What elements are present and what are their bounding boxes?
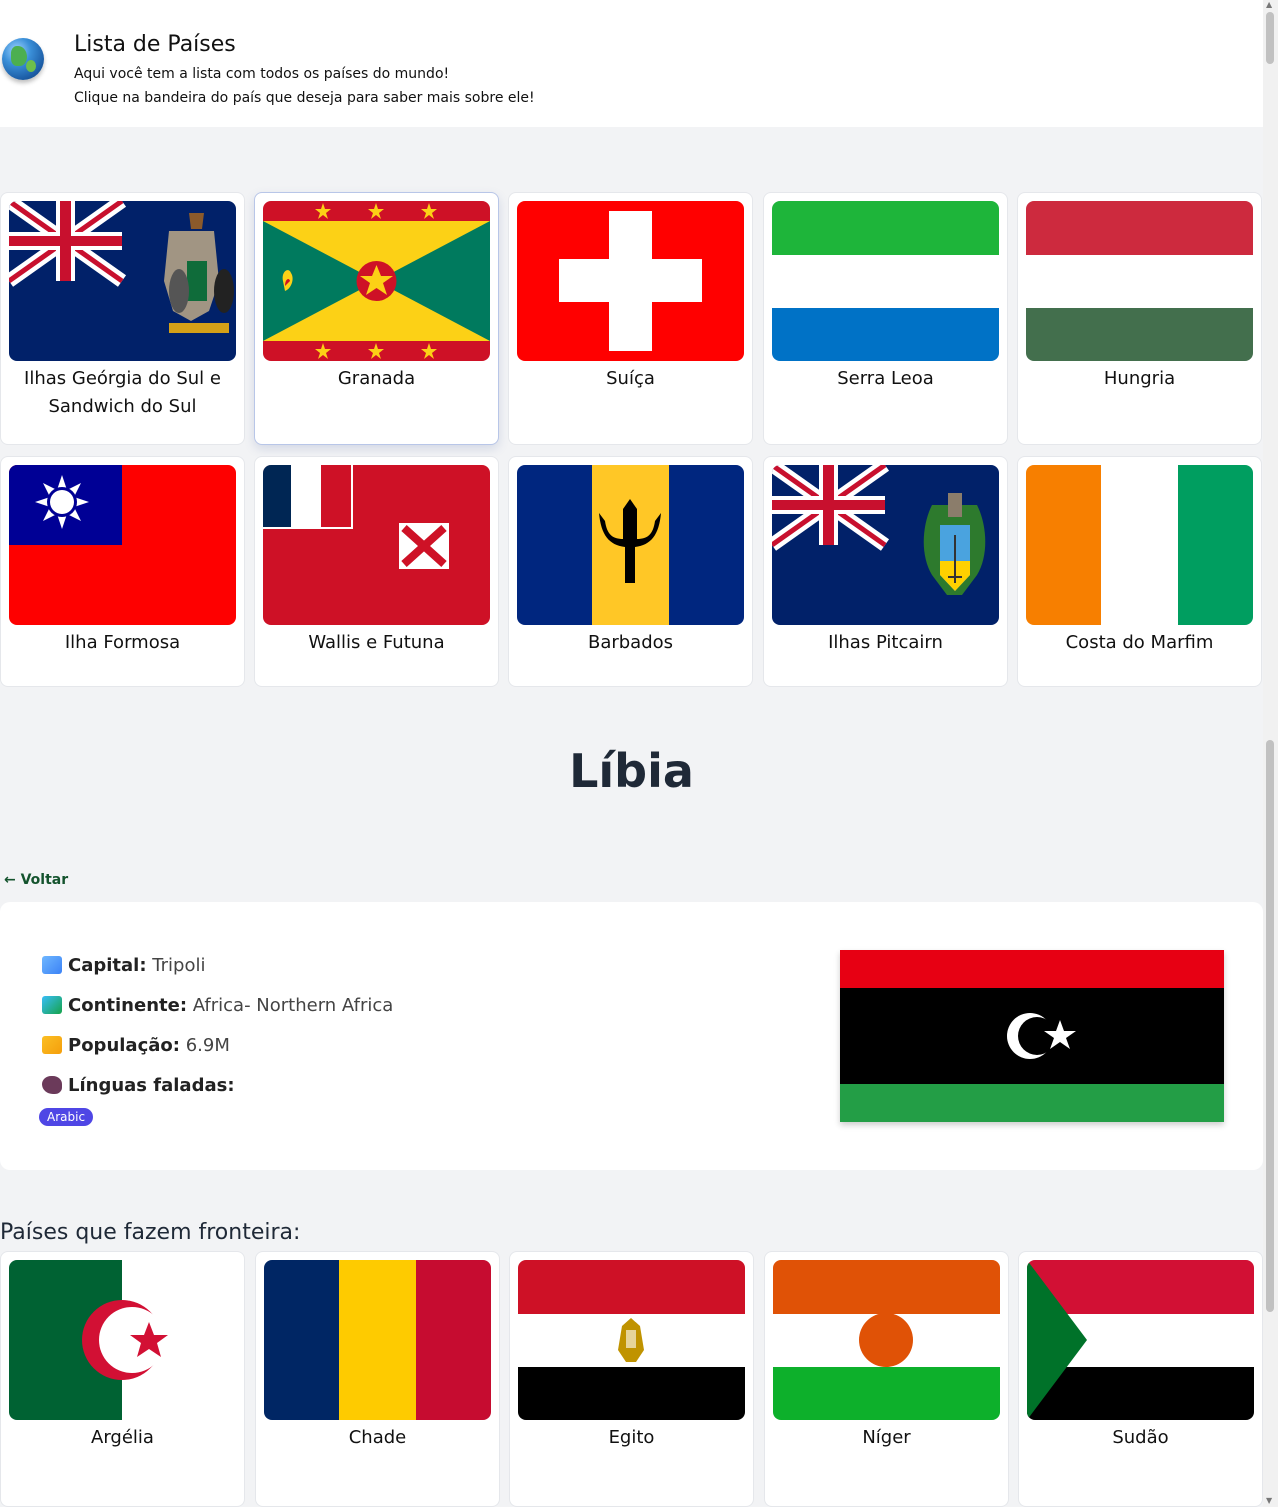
country-name: Suíça xyxy=(606,368,655,389)
continent-row: Continente: Africa- Northern Africa xyxy=(42,995,393,1016)
border-country-card[interactable]: Egito xyxy=(509,1251,754,1507)
country-name: Ilha Formosa xyxy=(64,632,181,653)
grenada-flag-icon[interactable] xyxy=(263,201,490,361)
population-value: 6.9M xyxy=(185,1035,230,1056)
country-name: Egito xyxy=(608,1427,655,1448)
country-card[interactable]: Ilha Formosa xyxy=(0,456,245,687)
sierra-leone-flag-icon[interactable] xyxy=(772,201,999,361)
taiwan-flag-icon[interactable] xyxy=(9,465,236,625)
borders-title: Países que fazem fronteira: xyxy=(0,1220,301,1245)
scroll-down-arrow-icon[interactable]: ▼ xyxy=(1266,1496,1272,1505)
page-subtitle: Aqui você tem a lista com todos os paíse… xyxy=(74,66,450,82)
country-title: Líbia xyxy=(569,744,694,798)
country-card[interactable]: Costa do Marfim xyxy=(1017,456,1262,687)
page-instruction: Clique na bandeira do país que deseja pa… xyxy=(74,90,535,106)
border-country-card[interactable]: Argélia xyxy=(0,1251,245,1507)
algeria-flag-icon[interactable] xyxy=(9,1260,236,1420)
country-name: Argélia xyxy=(91,1427,154,1448)
back-link[interactable]: ← Voltar xyxy=(4,872,68,888)
city-icon xyxy=(42,956,62,974)
country-card[interactable]: Hungria xyxy=(1017,192,1262,445)
languages-row: Línguas faladas: xyxy=(42,1075,235,1096)
country-name: Hungria xyxy=(1103,368,1176,389)
continent-label: Continente: xyxy=(68,995,188,1016)
switzerland-flag-icon[interactable] xyxy=(517,201,744,361)
languages-label: Línguas faladas: xyxy=(68,1075,235,1096)
capital-row: Capital: Tripoli xyxy=(42,955,205,976)
globe-icon xyxy=(2,38,44,80)
population-row: População: 6.9M xyxy=(42,1035,230,1056)
barbados-flag-icon[interactable] xyxy=(517,465,744,625)
country-card[interactable]: Wallis e Futuna xyxy=(254,456,499,687)
egypt-flag-icon[interactable] xyxy=(518,1260,745,1420)
capital-value: Tripoli xyxy=(152,955,206,976)
country-name: Wallis e Futuna xyxy=(308,632,445,653)
south-georgia-flag-icon[interactable] xyxy=(9,201,236,361)
scrollbar-thumb[interactable] xyxy=(1266,12,1274,64)
border-country-card[interactable]: Níger xyxy=(764,1251,1009,1507)
country-name: Ilhas Pitcairn xyxy=(828,632,943,653)
scrollbar-thumb-inner[interactable] xyxy=(1266,740,1274,1312)
libya-flag-icon xyxy=(840,950,1224,1122)
page-title: Lista de Países xyxy=(74,32,236,57)
country-name: Níger xyxy=(862,1427,911,1448)
wallis-futuna-flag-icon[interactable] xyxy=(263,465,490,625)
niger-flag-icon[interactable] xyxy=(773,1260,1000,1420)
population-label: População: xyxy=(68,1035,180,1056)
map-icon xyxy=(42,996,62,1014)
country-card[interactable]: Ilhas Geórgia do Sul e Sandwich do Sul xyxy=(0,192,245,445)
country-name: Granada xyxy=(337,368,416,389)
pitcairn-flag-icon[interactable] xyxy=(772,465,999,625)
speaking-head-icon xyxy=(42,1076,62,1094)
border-country-card[interactable]: Chade xyxy=(255,1251,500,1507)
hungary-flag-icon[interactable] xyxy=(1026,201,1253,361)
country-card[interactable]: Serra Leoa xyxy=(763,192,1008,445)
country-card[interactable]: Barbados xyxy=(508,456,753,687)
page-header: Lista de Países Aqui você tem a lista co… xyxy=(0,0,1263,127)
sudan-flag-icon[interactable] xyxy=(1027,1260,1254,1420)
scroll-up-arrow-icon[interactable]: ▲ xyxy=(1266,0,1272,9)
border-country-card[interactable]: Sudão xyxy=(1018,1251,1263,1507)
capital-label: Capital: xyxy=(68,955,147,976)
language-badge: Arabic xyxy=(39,1108,94,1126)
country-name: Costa do Marfim xyxy=(1065,632,1214,653)
people-icon xyxy=(42,1036,62,1054)
ivory-coast-flag-icon[interactable] xyxy=(1026,465,1253,625)
country-card[interactable]: Ilhas Pitcairn xyxy=(763,456,1008,687)
country-name: Sudão xyxy=(1112,1427,1169,1448)
chad-flag-icon[interactable] xyxy=(264,1260,491,1420)
country-name: Chade xyxy=(348,1427,407,1448)
country-name: Ilhas Geórgia do Sul e Sandwich do Sul xyxy=(24,368,221,417)
country-name: Serra Leoa xyxy=(837,368,934,389)
country-card[interactable]: Granada xyxy=(254,192,499,445)
country-name: Barbados xyxy=(587,632,674,653)
country-card[interactable]: Suíça xyxy=(508,192,753,445)
continent-value: Africa- Northern Africa xyxy=(192,995,394,1016)
